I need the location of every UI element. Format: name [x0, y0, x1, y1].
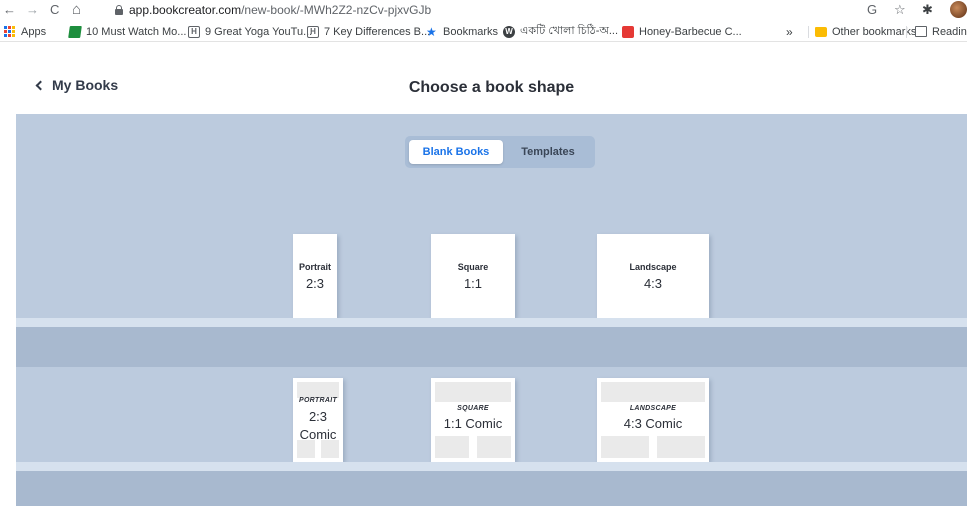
comic-panel: [435, 382, 511, 402]
portrait-book-option[interactable]: Portrait 2:3: [293, 234, 337, 318]
comic-panel: [297, 382, 339, 398]
extensions-icon[interactable]: ✱: [922, 2, 933, 18]
comic-shape-label: PORTRAIT: [298, 397, 338, 404]
landscape-comic-option[interactable]: LANDSCAPE 4:3 Comic: [597, 378, 709, 462]
google-lens-icon[interactable]: G: [867, 2, 877, 18]
h-box-icon: H: [188, 25, 200, 38]
url-path: /new-book/-MWh2Z2-nzCv-pjxvGJb: [241, 3, 432, 17]
reading-list[interactable]: Reading: [915, 23, 967, 40]
url-host: app.bookcreator.com: [129, 3, 242, 17]
bookmark-open-letter[interactable]: W একটি খোলা চিঠি-অ...: [503, 23, 618, 40]
wordpress-icon: W: [503, 25, 515, 38]
book-shape-label: Square: [457, 262, 489, 272]
chevron-left-icon: [35, 80, 46, 91]
bookmarks-divider: [906, 26, 907, 38]
bookmark-label: Other bookmarks: [832, 25, 917, 38]
my-books-back-button[interactable]: My Books: [35, 77, 119, 93]
shelf-top-edge: [16, 318, 967, 327]
comic-panel: [435, 436, 469, 458]
templates-tab[interactable]: Templates: [505, 140, 591, 164]
address-bar[interactable]: app.bookcreator.com/new-book/-MWh2Z2-nzC…: [129, 3, 431, 17]
shelf-front: [16, 471, 967, 506]
bookmark-label: 9 Great Yoga YouTu...: [205, 25, 313, 38]
bookmark-label: Apps: [21, 25, 47, 38]
comic-ratio-suffix: Comic: [299, 427, 337, 442]
forward-arrow-icon[interactable]: →: [26, 2, 39, 18]
bookshelf-area: Blank Books Templates Portrait 2:3 Squar…: [16, 114, 967, 506]
browser-toolbar: ← → C ⌂ app.bookcreator.com/new-book/-MW…: [0, 0, 967, 21]
comic-ratio: 1:1 Comic: [443, 416, 503, 431]
comic-panel: [657, 436, 705, 458]
profile-avatar[interactable]: [950, 1, 967, 18]
bookmark-label: Honey-Barbecue C...: [639, 25, 742, 38]
page-margin: [0, 42, 16, 506]
reload-icon[interactable]: C: [50, 2, 59, 18]
comic-ratio: 4:3 Comic: [623, 416, 683, 431]
bookmark-star-icon[interactable]: ☆: [894, 2, 906, 18]
book-ratio: 2:3: [305, 276, 325, 291]
bookmark-label: একটি খোলা চিঠি-অ...: [520, 25, 619, 37]
bookmark-other-bookmarks[interactable]: Other bookmarks: [815, 23, 916, 40]
star-icon: ★: [426, 24, 437, 39]
bookmarks-bar: Apps 10 Must Watch Mo... H 9 Great Yoga …: [0, 21, 967, 42]
page-title: Choose a book shape: [408, 79, 575, 96]
comic-shape-label: SQUARE: [457, 405, 489, 412]
portrait-comic-option[interactable]: PORTRAIT 2:3 Comic: [293, 378, 343, 462]
bookmark-yoga[interactable]: H 9 Great Yoga YouTu...: [188, 23, 312, 40]
bookmark-honey-barbecue[interactable]: Honey-Barbecue C...: [622, 23, 742, 40]
folder-icon: [815, 26, 827, 37]
apps-grid-icon: [4, 25, 16, 38]
bookmark-differences[interactable]: H 7 Key Differences B...: [307, 23, 430, 40]
home-icon[interactable]: ⌂: [72, 2, 81, 18]
red-bookmark-icon: [622, 25, 634, 38]
landscape-book-option[interactable]: Landscape 4:3: [597, 234, 709, 318]
bookmark-label: 10 Must Watch Mo...: [86, 25, 187, 38]
lock-icon: [115, 5, 123, 15]
comic-panel: [601, 382, 705, 402]
green-bookmark-icon: [68, 25, 82, 38]
bookmarks-divider: [808, 26, 809, 38]
book-type-toggle: Blank Books Templates: [405, 136, 595, 168]
book-ratio: 4:3: [643, 276, 663, 291]
bookmark-movies[interactable]: 10 Must Watch Mo...: [68, 23, 187, 40]
reading-list-icon: [915, 26, 927, 37]
back-label: My Books: [52, 77, 119, 93]
bookmark-bookmarks[interactable]: ★ Bookmarks: [426, 23, 498, 40]
bookmark-label: Bookmarks: [443, 25, 499, 38]
back-arrow-icon[interactable]: ←: [3, 2, 16, 18]
comic-ratio: 2:3: [308, 409, 328, 424]
square-book-option[interactable]: Square 1:1: [431, 234, 515, 318]
blank-books-tab[interactable]: Blank Books: [409, 140, 503, 164]
shelf-front: [16, 327, 967, 367]
square-comic-option[interactable]: SQUARE 1:1 Comic: [431, 378, 515, 462]
bookmark-apps[interactable]: Apps: [4, 23, 46, 40]
bookmark-label: Reading: [932, 25, 967, 38]
comic-shape-label: LANDSCAPE: [629, 405, 677, 412]
book-shape-label: Landscape: [629, 262, 677, 272]
h-box-icon: H: [307, 25, 319, 38]
shelf-top-edge: [16, 462, 967, 471]
comic-panel: [601, 436, 649, 458]
bookmark-label: 7 Key Differences B...: [324, 25, 431, 38]
bookmarks-overflow[interactable]: »: [786, 23, 793, 40]
comic-panel: [477, 436, 511, 458]
book-ratio: 1:1: [463, 276, 483, 291]
app-header: Choose a book shape My Books: [16, 42, 967, 114]
book-shape-label: Portrait: [298, 262, 331, 272]
